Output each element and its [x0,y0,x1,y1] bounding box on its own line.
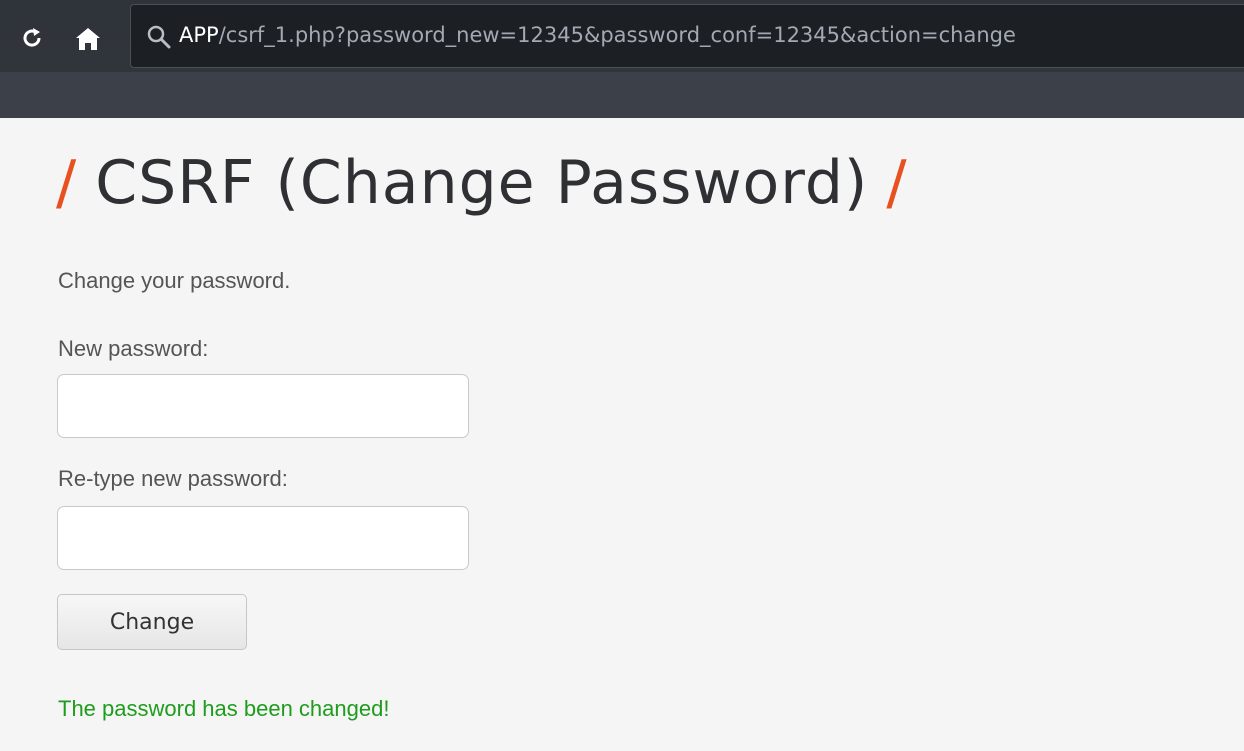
home-button[interactable] [74,26,102,52]
reload-icon [23,28,41,47]
url-path: /csrf_1.php?password_new=12345&password_… [218,23,1016,47]
url-text[interactable]: APP/csrf_1.php?password_new=12345&passwo… [179,21,1016,49]
page-title: / CSRF (Change Password) / [56,138,908,238]
reload-button[interactable] [20,26,44,50]
change-button[interactable]: Change [57,594,247,650]
title-slash-right: / [886,148,908,218]
new-password-label: New password: [58,336,209,361]
search-icon [147,25,171,49]
title-slash-left: / [56,148,78,218]
retype-password-input[interactable] [57,506,469,570]
home-icon [76,28,100,50]
title-text: CSRF (Change Password) [95,148,869,218]
intro-text: Change your password. [58,268,291,293]
address-bar[interactable]: APP/csrf_1.php?password_new=12345&passwo… [130,4,1244,68]
success-message: The password has been changed! [58,696,390,721]
browser-toolbar: APP/csrf_1.php?password_new=12345&passwo… [0,0,1244,118]
retype-password-label: Re-type new password: [58,466,288,491]
new-password-input[interactable] [57,374,469,438]
url-host: APP [179,23,219,47]
